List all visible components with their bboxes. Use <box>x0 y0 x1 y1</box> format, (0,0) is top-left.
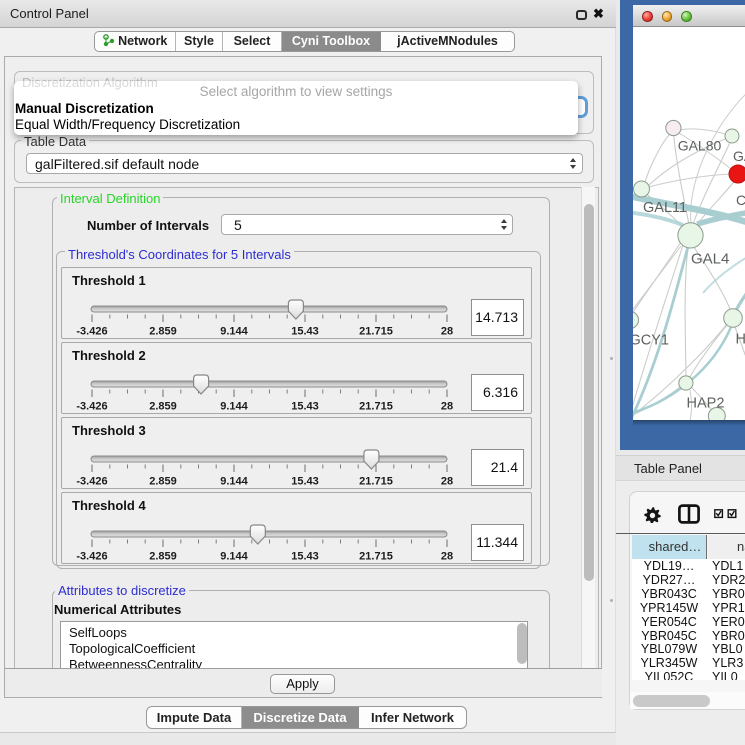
svg-text:GAL80: GAL80 <box>678 138 722 154</box>
svg-text:-3.426: -3.426 <box>76 401 107 413</box>
svg-text:2.859: 2.859 <box>149 551 177 563</box>
svg-text:28: 28 <box>441 326 453 338</box>
svg-text:21.715: 21.715 <box>359 326 393 338</box>
svg-text:15.43: 15.43 <box>291 326 319 338</box>
svg-text:-3.426: -3.426 <box>76 326 107 338</box>
svg-text:HI: HI <box>736 332 745 348</box>
svg-text:HAP2: HAP2 <box>687 396 725 412</box>
svg-text:C: C <box>736 192 745 208</box>
svg-text:21.715: 21.715 <box>359 551 393 563</box>
svg-text:28: 28 <box>441 551 453 563</box>
svg-text:15.43: 15.43 <box>291 401 319 413</box>
svg-text:GA: GA <box>733 148 745 164</box>
svg-text:28: 28 <box>441 401 453 413</box>
svg-text:9.144: 9.144 <box>220 401 248 413</box>
svg-text:21.715: 21.715 <box>359 476 393 488</box>
svg-text:15.43: 15.43 <box>291 476 319 488</box>
svg-text:-3.426: -3.426 <box>76 551 107 563</box>
svg-text:GCY1: GCY1 <box>633 333 669 349</box>
svg-text:9.144: 9.144 <box>220 476 248 488</box>
svg-text:GAL11: GAL11 <box>643 200 687 216</box>
svg-text:9.144: 9.144 <box>220 551 248 563</box>
svg-text:2.859: 2.859 <box>149 476 177 488</box>
svg-text:15.43: 15.43 <box>291 551 319 563</box>
svg-text:-3.426: -3.426 <box>76 476 107 488</box>
svg-text:2.859: 2.859 <box>149 401 177 413</box>
svg-text:21.715: 21.715 <box>359 401 393 413</box>
svg-text:2.859: 2.859 <box>149 326 177 338</box>
svg-text:GAL4: GAL4 <box>691 251 729 268</box>
svg-text:28: 28 <box>441 476 453 488</box>
svg-text:9.144: 9.144 <box>220 326 248 338</box>
